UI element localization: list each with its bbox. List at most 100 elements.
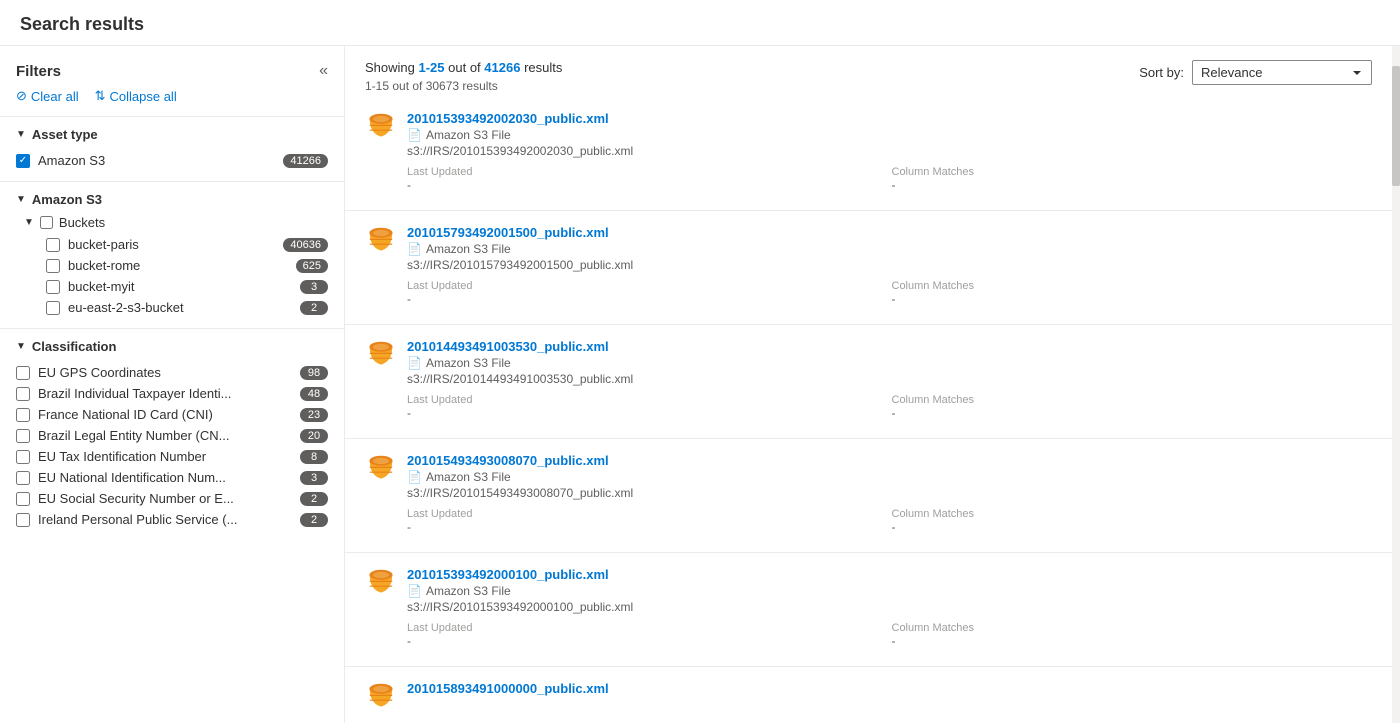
brazil-individual-count: 48: [300, 387, 328, 401]
eu-gps-checkbox[interactable]: [16, 366, 30, 380]
filter-item-brazil-individual[interactable]: Brazil Individual Taxpayer Identi... 48: [16, 383, 328, 404]
out-of-text: out of: [448, 60, 481, 75]
eu-gps-label: EU GPS Coordinates: [38, 365, 292, 380]
clear-all-link[interactable]: ⊘ Clear all: [16, 88, 79, 104]
column-matches-value-5: -: [892, 634, 1373, 648]
brazil-individual-label: Brazil Individual Taxpayer Identi...: [38, 386, 292, 401]
brazil-individual-checkbox[interactable]: [16, 387, 30, 401]
filter-item-eu-east-2[interactable]: eu-east-2-s3-bucket 2: [46, 297, 328, 318]
results-info: Showing 1-25 out of 41266 results 1-15 o…: [365, 60, 562, 93]
page-title: Search results: [0, 0, 1400, 46]
buckets-chevron: ▼: [24, 217, 34, 228]
sidebar-filter-scroll: ▼ Asset type ✓ Amazon S3 41266 ▼ Amazon …: [0, 117, 344, 723]
classification-header[interactable]: ▼ Classification: [16, 339, 328, 354]
sort-select[interactable]: Relevance Last Updated Name: [1192, 60, 1372, 85]
filter-item-bucket-paris[interactable]: bucket-paris 40636: [46, 234, 328, 255]
eu-national-checkbox[interactable]: [16, 471, 30, 485]
sidebar: Filters « ⊘ Clear all ⇅ Collapse all ▼ A…: [0, 46, 345, 723]
result-meta-5: Last Updated - Column Matches -: [407, 622, 1372, 648]
last-updated-value-1: -: [407, 178, 888, 192]
bucket-myit-checkbox[interactable]: [46, 280, 60, 294]
eu-social-checkbox[interactable]: [16, 492, 30, 506]
result-path-1: s3://IRS/201015393492002030_public.xml: [407, 144, 1372, 158]
filter-item-eu-tax[interactable]: EU Tax Identification Number 8: [16, 446, 328, 467]
results-header: Showing 1-25 out of 41266 results 1-15 o…: [345, 46, 1392, 97]
buckets-checkbox[interactable]: [40, 216, 53, 229]
file-icon-5: 📄: [407, 584, 422, 598]
result-title-4[interactable]: 201015493493008070_public.xml: [407, 453, 609, 468]
column-matches-label-2: Column Matches: [892, 280, 1373, 292]
last-updated-label-2: Last Updated: [407, 280, 888, 292]
eu-tax-label: EU Tax Identification Number: [38, 449, 292, 464]
eu-east-2-count: 2: [300, 301, 328, 315]
brazil-legal-checkbox[interactable]: [16, 429, 30, 443]
result-title-6[interactable]: 201015893491000000_public.xml: [407, 681, 609, 696]
filter-item-brazil-legal[interactable]: Brazil Legal Entity Number (CN... 20: [16, 425, 328, 446]
file-icon-1: 📄: [407, 128, 422, 142]
eu-social-count: 2: [300, 492, 328, 506]
result-item[interactable]: 201014493491003530_public.xml 📄 Amazon S…: [345, 325, 1392, 439]
brazil-legal-label: Brazil Legal Entity Number (CN...: [38, 428, 292, 443]
filter-item-france-national[interactable]: France National ID Card (CNI) 23: [16, 404, 328, 425]
asset-type-label: Asset type: [32, 127, 98, 142]
bucket-rome-label: bucket-rome: [68, 258, 288, 273]
amazon-s3-section-header[interactable]: ▼ Amazon S3: [16, 192, 328, 207]
amazon-s3-section: ▼ Amazon S3 ▼ Buckets bucket-paris 40636: [0, 182, 344, 328]
filter-item-eu-national[interactable]: EU National Identification Num... 3: [16, 467, 328, 488]
eu-east-2-label: eu-east-2-s3-bucket: [68, 300, 292, 315]
eu-east-2-checkbox[interactable]: [46, 301, 60, 315]
filter-item-amazon-s3[interactable]: ✓ Amazon S3 41266: [16, 150, 328, 171]
result-item[interactable]: 201015793492001500_public.xml 📄 Amazon S…: [345, 211, 1392, 325]
file-icon-3: 📄: [407, 356, 422, 370]
last-updated-label-4: Last Updated: [407, 508, 888, 520]
column-matches-value-3: -: [892, 406, 1373, 420]
result-meta-1: Last Updated - Column Matches -: [407, 166, 1372, 192]
collapse-sidebar-icon[interactable]: «: [319, 62, 328, 80]
amazon-s3-checkbox[interactable]: ✓: [16, 154, 30, 168]
buckets-header[interactable]: ▼ Buckets: [24, 215, 328, 230]
filter-item-eu-gps[interactable]: EU GPS Coordinates 98: [16, 362, 328, 383]
right-scrollbar-thumb[interactable]: [1392, 66, 1400, 186]
results-sub: 1-15 out of 30673 results: [365, 79, 562, 93]
result-type-1: 📄 Amazon S3 File: [407, 128, 1372, 142]
eu-social-label: EU Social Security Number or E...: [38, 491, 292, 506]
clear-icon: ⊘: [16, 88, 27, 104]
collapse-all-link[interactable]: ⇅ Collapse all: [95, 88, 177, 104]
buckets-label: Buckets: [59, 215, 105, 230]
result-title-1[interactable]: 201015393492002030_public.xml: [407, 111, 609, 126]
france-national-checkbox[interactable]: [16, 408, 30, 422]
result-title-5[interactable]: 201015393492000100_public.xml: [407, 567, 609, 582]
s3-bucket-icon: [365, 225, 397, 257]
filter-item-ireland-personal[interactable]: Ireland Personal Public Service (... 2: [16, 509, 328, 530]
filter-item-eu-social[interactable]: EU Social Security Number or E... 2: [16, 488, 328, 509]
eu-tax-checkbox[interactable]: [16, 450, 30, 464]
amazon-s3-section-label: Amazon S3: [32, 192, 102, 207]
asset-type-chevron: ▼: [16, 129, 26, 140]
result-title-2[interactable]: 201015793492001500_public.xml: [407, 225, 609, 240]
ireland-personal-checkbox[interactable]: [16, 513, 30, 527]
bucket-paris-checkbox[interactable]: [46, 238, 60, 252]
filter-item-bucket-rome[interactable]: bucket-rome 625: [46, 255, 328, 276]
result-item[interactable]: 201015893491000000_public.xml: [345, 667, 1392, 723]
classification-section: ▼ Classification EU GPS Coordinates 98 B…: [0, 329, 344, 540]
result-path-2: s3://IRS/201015793492001500_public.xml: [407, 258, 1372, 272]
right-scrollbar[interactable]: [1392, 46, 1400, 723]
file-icon-2: 📄: [407, 242, 422, 256]
s3-bucket-icon: [365, 567, 397, 599]
result-item[interactable]: 201015493493008070_public.xml 📄 Amazon S…: [345, 439, 1392, 553]
filter-item-bucket-myit[interactable]: bucket-myit 3: [46, 276, 328, 297]
france-national-label: France National ID Card (CNI): [38, 407, 292, 422]
column-matches-value-1: -: [892, 178, 1373, 192]
results-range: 1-25: [419, 60, 449, 75]
bucket-paris-label: bucket-paris: [68, 237, 275, 252]
ireland-personal-label: Ireland Personal Public Service (...: [38, 512, 292, 527]
result-item[interactable]: 201015393492000100_public.xml 📄 Amazon S…: [345, 553, 1392, 667]
result-title-3[interactable]: 201014493491003530_public.xml: [407, 339, 609, 354]
result-meta-2: Last Updated - Column Matches -: [407, 280, 1372, 306]
amazon-s3-chevron: ▼: [16, 194, 26, 205]
result-type-4: 📄 Amazon S3 File: [407, 470, 1372, 484]
asset-type-header[interactable]: ▼ Asset type: [16, 127, 328, 142]
column-matches-value-2: -: [892, 292, 1373, 306]
bucket-rome-checkbox[interactable]: [46, 259, 60, 273]
result-item[interactable]: 201015393492002030_public.xml 📄 Amazon S…: [345, 97, 1392, 211]
